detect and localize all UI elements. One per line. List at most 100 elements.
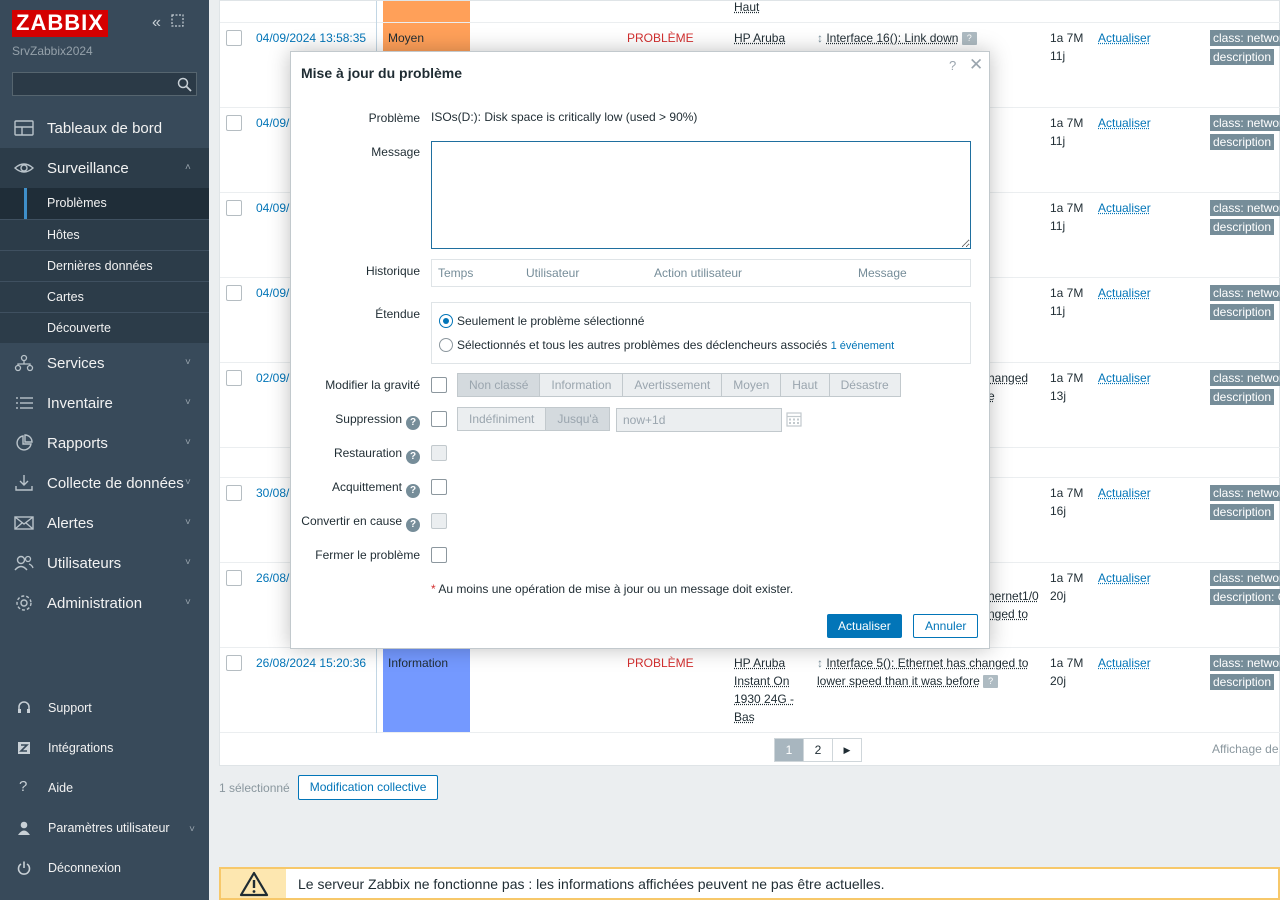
severity-average[interactable]: Moyen	[721, 373, 782, 397]
submenu-latest-data[interactable]: Dernières données	[0, 250, 209, 281]
menu-alerts[interactable]: Alertes ˅	[0, 503, 209, 543]
sidebar-search-input[interactable]	[12, 72, 197, 96]
next-page-icon[interactable]: ▶	[832, 738, 862, 762]
row-checkbox[interactable]	[226, 485, 242, 501]
event-count-link[interactable]: 1 événement	[831, 340, 895, 352]
submenu-problems[interactable]: Problèmes	[0, 188, 209, 219]
scope-selected-radio[interactable]	[439, 314, 453, 328]
menu-surveillance[interactable]: Surveillance ˄	[0, 148, 209, 188]
tag[interactable]: description	[1210, 389, 1275, 405]
update-link[interactable]: Actualiser	[1098, 29, 1151, 47]
severity-high[interactable]: Haut	[780, 373, 830, 397]
scope-all-radio[interactable]	[439, 338, 453, 352]
update-link[interactable]: Actualiser	[1098, 199, 1151, 217]
row-checkbox[interactable]	[226, 370, 242, 386]
host-link[interactable]: HP Aruba Instant On 1930 24G - Bas	[734, 654, 798, 726]
row-checkbox[interactable]	[226, 655, 242, 671]
help-icon[interactable]: ?	[949, 58, 956, 73]
menu-user-settings[interactable]: Paramètres utilisateur ˅	[0, 808, 209, 848]
severity-warning[interactable]: Avertissement	[622, 373, 723, 397]
update-link[interactable]: Actualiser	[1098, 484, 1151, 502]
submenu-hosts[interactable]: Hôtes	[0, 219, 209, 250]
message-textarea[interactable]	[431, 141, 971, 249]
menu-administration[interactable]: Administration ˅	[0, 583, 209, 623]
row-checkbox[interactable]	[226, 200, 242, 216]
tag[interactable]: description	[1210, 304, 1275, 320]
row-checkbox[interactable]	[226, 30, 242, 46]
tag[interactable]: description	[1210, 49, 1275, 65]
calendar-icon[interactable]	[786, 411, 802, 427]
close-problem-checkbox[interactable]	[431, 547, 447, 563]
kiosk-mode-icon[interactable]	[171, 14, 184, 32]
scope-all-label[interactable]: Sélectionnés et tous les autres problème…	[457, 338, 894, 352]
menu-inventory[interactable]: Inventaire ˅	[0, 383, 209, 423]
search-icon[interactable]	[177, 77, 192, 92]
comment-icon[interactable]: ?	[961, 32, 977, 46]
severity-information[interactable]: Information	[539, 373, 624, 397]
help-icon[interactable]: ?	[406, 484, 420, 498]
problem-link[interactable]: Interface 16(): Link down	[826, 31, 958, 45]
restore-checkbox[interactable]	[431, 445, 447, 461]
host-link[interactable]: HP Aruba	[734, 29, 798, 47]
tag[interactable]: class: network	[1210, 115, 1280, 131]
suppress-checkbox[interactable]	[431, 411, 447, 427]
suppress-until-input[interactable]: now+1d	[616, 408, 782, 432]
menu-help[interactable]: ? Aide	[0, 768, 209, 808]
menu-users[interactable]: Utilisateurs ˅	[0, 543, 209, 583]
menu-logout[interactable]: Déconnexion	[0, 848, 209, 888]
mass-update-button[interactable]: Modification collective	[297, 775, 439, 800]
submit-update-button[interactable]: Actualiser	[827, 614, 902, 638]
convert-cause-checkbox[interactable]	[431, 513, 447, 529]
row-checkbox[interactable]	[226, 285, 242, 301]
suppress-indefinitely[interactable]: Indéfiniment	[457, 407, 547, 431]
submenu-maps[interactable]: Cartes	[0, 281, 209, 312]
suppress-until[interactable]: Jusqu'à	[545, 407, 611, 431]
acknowledge-checkbox[interactable]	[431, 479, 447, 495]
time-link[interactable]: 26/08/2024 15:20:36	[256, 654, 366, 672]
close-icon[interactable]: ✕	[969, 55, 983, 75]
problem-link[interactable]: hernet1/0 nged to	[988, 587, 1040, 623]
update-link[interactable]: Actualiser	[1098, 284, 1151, 302]
collapse-sidebar-icon[interactable]: «	[152, 14, 161, 32]
time-link[interactable]: 04/09/2024 13:58:35	[256, 29, 366, 47]
tag[interactable]: description: C	[1210, 589, 1280, 605]
cancel-button[interactable]: Annuler	[913, 614, 979, 638]
tag[interactable]: description	[1210, 134, 1275, 150]
update-link[interactable]: Actualiser	[1098, 569, 1151, 587]
update-link[interactable]: Actualiser	[1098, 369, 1151, 387]
severity-not-classified[interactable]: Non classé	[457, 373, 541, 397]
tag[interactable]: class: network	[1210, 30, 1280, 46]
help-icon[interactable]: ?	[406, 450, 420, 464]
zabbix-logo[interactable]: ZABBIX	[12, 10, 108, 37]
scope-selected-label[interactable]: Seulement le problème sélectionné	[457, 314, 644, 328]
comment-icon[interactable]: ?	[983, 675, 999, 689]
row-checkbox[interactable]	[226, 115, 242, 131]
tag[interactable]: description	[1210, 219, 1275, 235]
row-checkbox[interactable]	[226, 570, 242, 586]
submenu-discovery[interactable]: Découverte	[0, 312, 209, 343]
menu-services[interactable]: Services ˅	[0, 343, 209, 383]
tag[interactable]: class: network	[1210, 570, 1280, 586]
menu-integrations[interactable]: Intégrations	[0, 728, 209, 768]
update-link[interactable]: Actualiser	[1098, 114, 1151, 132]
problem-link[interactable]: hanged e	[988, 369, 1038, 405]
update-link[interactable]: Actualiser	[1098, 654, 1151, 672]
menu-data-collection[interactable]: Collecte de données ˅	[0, 463, 209, 503]
tag[interactable]: class: network	[1210, 485, 1280, 501]
tag[interactable]: class: network	[1210, 285, 1280, 301]
page-1-button[interactable]: 1	[774, 738, 804, 762]
page-2-button[interactable]: 2	[803, 738, 833, 762]
tag[interactable]: class: network	[1210, 370, 1280, 386]
severity-disaster[interactable]: Désastre	[828, 373, 901, 397]
tag[interactable]: description	[1210, 504, 1275, 520]
menu-support[interactable]: Support	[0, 688, 209, 728]
host-link[interactable]: Haut	[734, 0, 798, 16]
menu-dashboards[interactable]: Tableaux de bord	[0, 108, 209, 148]
menu-reports[interactable]: Rapports ˅	[0, 423, 209, 463]
tag[interactable]: description	[1210, 674, 1275, 690]
tag[interactable]: class: network	[1210, 655, 1280, 671]
tag[interactable]: class: network	[1210, 200, 1280, 216]
help-icon[interactable]: ?	[406, 518, 420, 532]
help-icon[interactable]: ?	[406, 416, 420, 430]
change-severity-checkbox[interactable]	[431, 377, 447, 393]
